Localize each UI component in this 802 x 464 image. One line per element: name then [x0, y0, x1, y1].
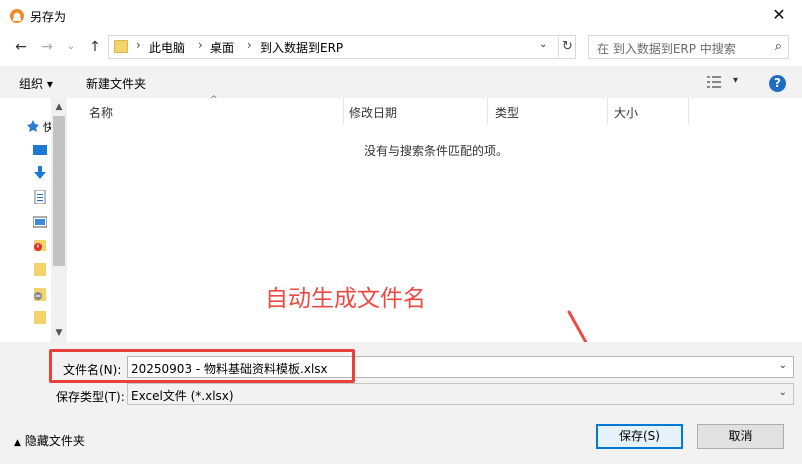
sort-ascending-icon: ^: [210, 95, 218, 105]
organize-menu[interactable]: 组织 ▾: [19, 75, 53, 92]
title-bar: 另存为 ✕: [0, 0, 802, 32]
search-placeholder: 在 到入数据到ERP 中搜索: [597, 42, 736, 56]
search-input[interactable]: 在 到入数据到ERP 中搜索 ⌕: [588, 35, 789, 59]
pin-icon[interactable]: [26, 119, 40, 133]
folder-icon: [114, 40, 128, 53]
window-title: 另存为: [30, 10, 67, 24]
refresh-icon[interactable]: ↻: [558, 37, 576, 57]
breadcrumb-folder[interactable]: 到入数据到ERP: [260, 39, 343, 56]
column-divider[interactable]: [487, 98, 488, 124]
forward-arrow-icon[interactable]: →: [38, 38, 56, 56]
breadcrumb-desktop[interactable]: 桌面: [210, 39, 234, 56]
column-header-modified[interactable]: 修改日期: [349, 104, 397, 121]
help-icon[interactable]: ?: [769, 75, 786, 92]
filetype-select[interactable]: Excel文件 (*.xlsx) ⌄: [127, 383, 794, 405]
search-icon: ⌕: [774, 39, 782, 54]
column-header-size[interactable]: 大小: [614, 104, 638, 121]
toolbar: 组织 ▾ 新建文件夹 ▾ ?: [0, 66, 802, 98]
folder-remove-icon[interactable]: [33, 287, 47, 301]
view-dropdown-icon[interactable]: ▾: [733, 75, 738, 86]
recent-locations-icon[interactable]: ⌄: [62, 38, 80, 56]
address-dropdown-icon[interactable]: ⌄: [539, 39, 547, 50]
hide-folders-label: 隐藏文件夹: [24, 434, 85, 448]
annotation-text: 自动生成文件名: [265, 286, 426, 312]
app-icon: [10, 9, 24, 23]
folder-alert-icon[interactable]: [33, 238, 47, 252]
column-divider[interactable]: [688, 98, 689, 124]
folder-icon[interactable]: [33, 310, 47, 324]
column-header-name[interactable]: 名称: [89, 104, 113, 121]
picture-icon[interactable]: [33, 215, 47, 229]
file-list: ^ 名称 修改日期 类型 大小 没有与搜索条件匹配的项。 自动生成文件名: [67, 95, 802, 342]
filetype-dropdown-icon[interactable]: ⌄: [779, 387, 787, 398]
scrollbar-thumb[interactable]: [53, 116, 65, 266]
up-arrow-icon[interactable]: ↑: [86, 38, 104, 56]
filetype-label: 保存类型(T):: [56, 390, 125, 404]
breadcrumb-separator: ›: [247, 38, 252, 52]
new-folder-button[interactable]: 新建文件夹: [86, 75, 146, 92]
empty-list-message: 没有与搜索条件匹配的项。: [364, 144, 509, 158]
address-bar[interactable]: › 此电脑 › 桌面 › 到入数据到ERP ⌄ ↻: [108, 35, 576, 59]
filetype-value: Excel文件 (*.xlsx): [131, 389, 234, 403]
save-button[interactable]: 保存(S): [596, 424, 683, 449]
hide-folders-toggle[interactable]: ▲ 隐藏文件夹: [14, 432, 85, 449]
scroll-down-icon[interactable]: ▼: [51, 328, 67, 338]
document-icon[interactable]: [33, 190, 47, 204]
view-options-icon[interactable]: [706, 75, 722, 89]
collapse-icon: ▲: [14, 438, 21, 448]
column-header-type[interactable]: 类型: [495, 104, 519, 121]
breadcrumb-this-pc[interactable]: 此电脑: [149, 39, 185, 56]
navigation-scrollbar[interactable]: ▲ ▼: [51, 98, 67, 342]
download-icon[interactable]: [33, 166, 47, 180]
breadcrumb-separator: ›: [198, 38, 203, 52]
cancel-button[interactable]: 取消: [697, 424, 784, 449]
folder-icon[interactable]: [33, 262, 47, 276]
back-arrow-icon[interactable]: ←: [12, 38, 30, 56]
breadcrumb-separator: ›: [136, 38, 141, 52]
column-divider[interactable]: [343, 98, 344, 124]
desktop-icon[interactable]: [33, 144, 47, 158]
filename-dropdown-icon[interactable]: ⌄: [779, 360, 787, 371]
scroll-up-icon[interactable]: ▲: [51, 102, 67, 112]
annotation-highlight-box: [49, 349, 355, 383]
close-icon[interactable]: ✕: [764, 3, 794, 27]
column-divider[interactable]: [607, 98, 608, 124]
